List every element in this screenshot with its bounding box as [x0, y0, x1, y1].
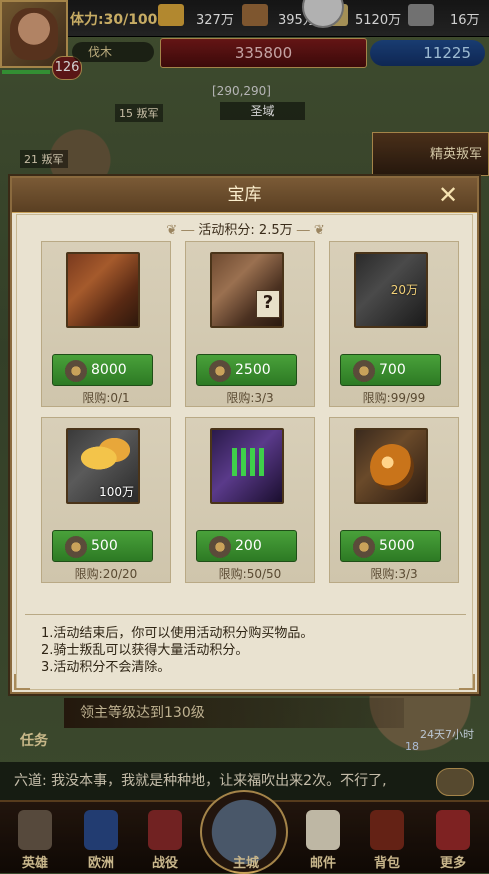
potion-chest-icon: [210, 428, 284, 504]
activity-points-icon: [65, 536, 87, 558]
price-label: 2500: [235, 362, 271, 378]
buy-button[interactable]: 200: [196, 530, 297, 562]
shop-item-card: 8000 限购:0/1: [41, 241, 171, 407]
dialog-body: ❦ ― 活动积分: 2.5万 ― ❦ 8000 限购:0/1 ? 2500 限购…: [16, 214, 473, 690]
bottles-shape: [232, 448, 266, 476]
price-label: 500: [91, 538, 118, 554]
shop-item-card: 5000 限购:3/3: [329, 417, 459, 583]
rule-line: 3.活动积分不会清除。: [41, 660, 171, 675]
shop-item-card: 100万 500 限购:20/20: [41, 417, 171, 583]
item-amount: 20万: [390, 283, 418, 297]
item-amount: 100万: [99, 485, 134, 499]
ornament-left-icon: ❦ ―: [166, 223, 199, 238]
corner-ornament-icon: [14, 674, 30, 690]
treasure-chest-icon: [66, 252, 140, 328]
purchase-limit: 限购:99/99: [362, 391, 426, 405]
activity-points: ❦ ― 活动积分: 2.5万 ― ❦: [17, 219, 474, 238]
activity-points-icon: [353, 536, 375, 558]
treasury-dialog: 宝库 ✕ ❦ ― 活动积分: 2.5万 ― ❦ 8000 限购:0/1 ? 25…: [10, 176, 479, 694]
activity-points-text: 活动积分: 2.5万: [198, 223, 293, 238]
potion-icon: [354, 428, 428, 504]
buy-button[interactable]: 500: [52, 530, 153, 562]
activity-points-icon: [65, 360, 87, 382]
price-label: 5000: [379, 538, 415, 554]
price-label: 700: [379, 362, 406, 378]
shop-item-card: ? 2500 限购:3/3: [185, 241, 315, 407]
corner-ornament-icon: [459, 674, 475, 690]
potion-flask-shape: [370, 444, 414, 490]
shop-item-card: 200 限购:50/50: [185, 417, 315, 583]
rule-line: 2.骑士叛乱可以获得大量活动积分。: [41, 643, 249, 658]
purchase-limit: 限购:50/50: [218, 567, 282, 581]
question-mark-icon: ?: [256, 290, 280, 318]
purchase-limit: 限购:0/1: [82, 391, 130, 405]
buy-button[interactable]: 700: [340, 354, 441, 386]
activity-points-icon: [209, 360, 231, 382]
wheat-shape: [78, 438, 130, 478]
buy-button[interactable]: 2500: [196, 354, 297, 386]
purchase-limit: 限购:20/20: [74, 567, 138, 581]
rules-text: 1.活动结束后，你可以使用活动积分购买物品。 2.骑士叛乱可以获得大量活动积分。…: [41, 625, 461, 676]
dialog-header: 宝库 ✕: [12, 178, 477, 213]
buy-button[interactable]: 8000: [52, 354, 153, 386]
shop-item-card: 20万 700 限购:99/99: [329, 241, 459, 407]
divider: [25, 614, 466, 615]
mystery-chest-icon: ?: [210, 252, 284, 328]
activity-points-icon: [209, 536, 231, 558]
activity-points-icon: [353, 360, 375, 382]
ornament-right-icon: ― ❦: [296, 223, 325, 238]
dialog-title: 宝库: [227, 185, 262, 205]
purchase-limit: 限购:3/3: [226, 391, 274, 405]
close-button[interactable]: ✕: [430, 180, 466, 210]
price-label: 200: [235, 538, 262, 554]
wheat-icon: 100万: [66, 428, 140, 504]
purchase-limit: 限购:3/3: [370, 567, 418, 581]
rule-line: 1.活动结束后，你可以使用活动积分购买物品。: [41, 626, 314, 641]
experience-book-icon: 20万: [354, 252, 428, 328]
price-label: 8000: [91, 362, 127, 378]
buy-button[interactable]: 5000: [340, 530, 441, 562]
